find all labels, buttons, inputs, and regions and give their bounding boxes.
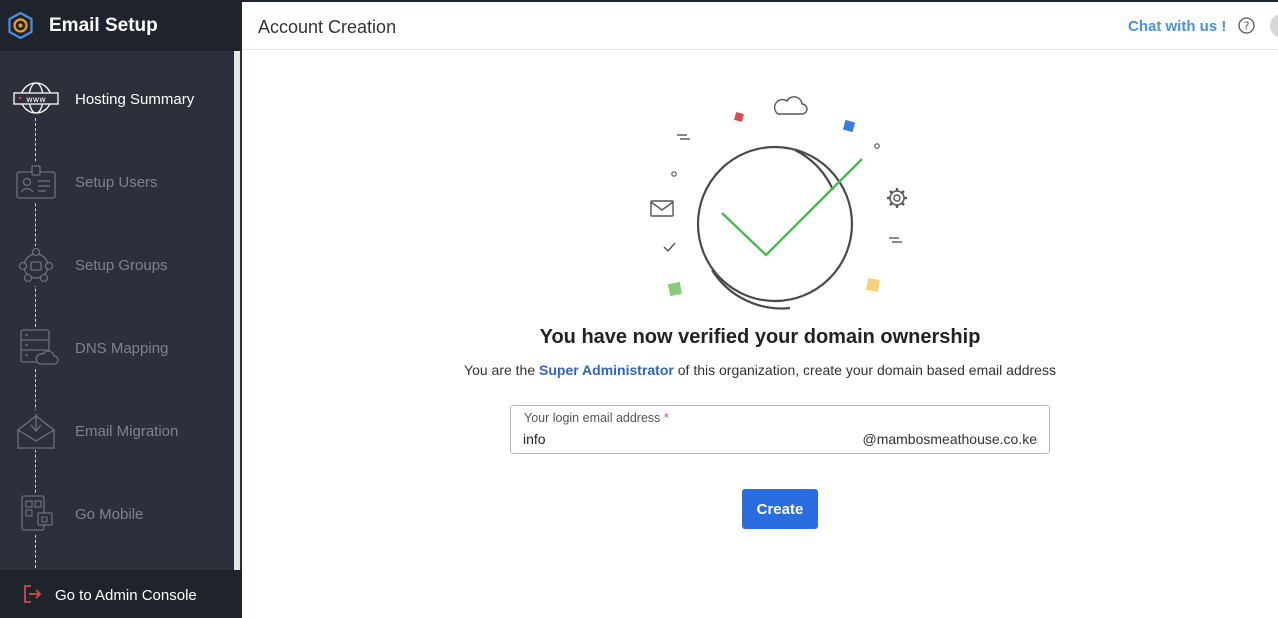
small-dot-shape [874, 143, 880, 149]
small-check-icon [663, 242, 676, 253]
step-go-mobile[interactable]: Go Mobile [0, 487, 232, 547]
red-square-shape [734, 112, 744, 122]
svg-text:www: www [26, 95, 46, 104]
subline-prefix: You are the [464, 362, 540, 378]
cloud-icon [773, 96, 808, 115]
verified-headline: You have now verified your domain owners… [539, 326, 981, 348]
step-setup-users[interactable]: Setup Users [0, 155, 232, 215]
admin-console-label: Go to Admin Console [55, 587, 197, 604]
dash-marks-shape [677, 134, 902, 243]
gear-icon [887, 188, 907, 208]
globe-www-icon: www [12, 78, 60, 118]
sidebar-header: Email Setup [0, 0, 242, 51]
step-hosting-summary[interactable]: www Hosting Summary [0, 72, 232, 132]
step-email-migration[interactable]: Email Migration [0, 404, 232, 464]
help-icon[interactable]: ? [1238, 17, 1255, 34]
required-marker: * [663, 411, 669, 425]
server-cloud-icon [12, 327, 60, 367]
step-setup-groups[interactable]: Setup Groups [0, 238, 232, 298]
inbox-download-icon [12, 410, 60, 450]
subline-suffix: of this organization, create your domain… [673, 362, 1056, 378]
super-admin-text: Super Administrator [539, 362, 674, 378]
check-mark-shape [721, 158, 863, 257]
email-username-input[interactable] [523, 430, 823, 448]
user-card-icon [12, 163, 60, 203]
step-label: Setup Groups [75, 257, 168, 274]
email-domain-suffix: @mambosmeathouse.co.ke [862, 431, 1037, 447]
group-network-icon [12, 246, 60, 286]
svg-text:?: ? [1244, 20, 1250, 33]
chat-with-us-link[interactable]: Chat with us ! [1128, 18, 1226, 35]
avatar[interactable] [1270, 14, 1278, 38]
step-label: DNS Mapping [75, 340, 169, 357]
step-label: Hosting Summary [75, 91, 195, 108]
email-label-text: Your login email address [524, 411, 661, 425]
admin-console-link[interactable]: Go to Admin Console [0, 570, 242, 618]
big-circle-shape [696, 145, 854, 310]
admin-info-text: You are the Super Administrator of this … [242, 362, 1278, 378]
envelope-icon [650, 200, 674, 217]
small-dot-shape [671, 171, 677, 177]
sidebar: Email Setup www Hosting Summary Setup Us… [0, 0, 242, 618]
green-square-shape [667, 281, 683, 297]
step-label: Go Mobile [75, 506, 144, 523]
email-setup-logo-icon [8, 12, 33, 39]
step-label: Setup Users [75, 174, 158, 191]
email-field-label: Your login email address * [524, 411, 669, 425]
step-label: Email Migration [75, 423, 179, 440]
blue-square-shape [842, 119, 856, 133]
yellow-square-shape [866, 278, 880, 292]
sidebar-scrollbar[interactable] [234, 51, 240, 570]
verified-checkmark-illustration [650, 96, 907, 310]
create-button[interactable]: Create [742, 489, 818, 529]
mobile-qr-icon [12, 493, 60, 533]
top-bar: Account Creation Chat with us ! ? [242, 0, 1278, 50]
exit-icon [24, 585, 42, 603]
page-title: Account Creation [258, 17, 397, 37]
step-dns-mapping[interactable]: DNS Mapping [0, 321, 232, 381]
login-email-field[interactable]: Your login email address * @mambosmeatho… [510, 405, 1050, 454]
app-title: Email Setup [49, 15, 158, 36]
